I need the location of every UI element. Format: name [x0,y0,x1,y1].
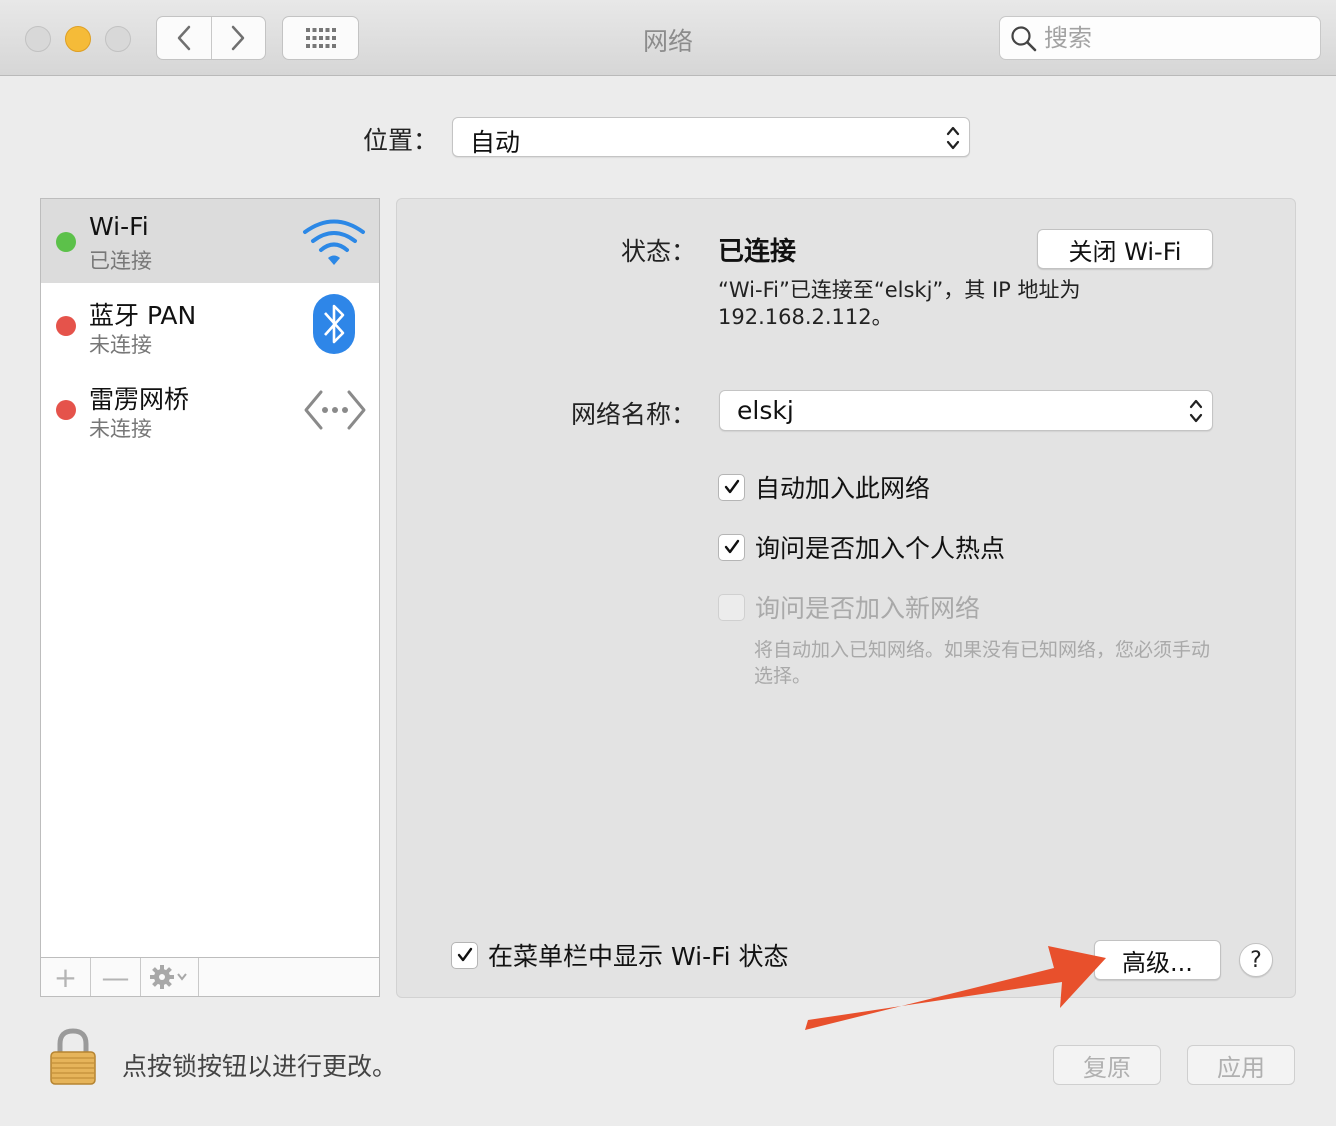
checkmark-icon [457,947,472,962]
search-field[interactable] [999,16,1321,60]
option-ask-new-network: 询问是否加入新网络 [718,592,981,623]
network-name-popup[interactable]: elskj [719,390,1213,431]
service-item-thunderbolt-bridge[interactable]: 雷雳网桥 未连接 [41,367,379,451]
up-down-chevron-icon [946,126,960,150]
search-icon [1011,26,1037,52]
status-value: 已连接 [718,237,797,267]
location-label: 位置： [363,126,439,155]
wifi-icon [303,219,365,265]
service-name: 雷雳网桥 [89,385,190,414]
option-label: 询问是否加入个人热点 [755,534,1006,563]
option-label: 在菜单栏中显示 Wi-Fi 状态 [488,942,789,971]
network-name-label: 网络名称： [570,400,696,429]
auto-join-checkbox[interactable] [718,473,745,501]
apply-button[interactable]: 应用 [1187,1045,1295,1085]
show-in-menubar-checkbox[interactable] [451,941,478,969]
lock-icon[interactable] [48,1028,98,1086]
service-list: Wi-Fi 已连接 蓝牙 PAN 未连接 雷雳网桥 未连接 [40,198,380,958]
option-show-in-menubar[interactable]: 在菜单栏中显示 Wi-Fi 状态 [451,940,789,971]
service-item-wifi[interactable]: Wi-Fi 已连接 [41,199,379,283]
up-down-chevron-icon [1189,399,1203,423]
status-dot-disconnected [56,400,76,420]
option-label: 询问是否加入新网络 [755,594,981,623]
advanced-button[interactable]: 高级... [1094,940,1221,980]
search-input[interactable] [1044,21,1304,55]
location-value: 自动 [470,128,521,157]
service-status: 未连接 [89,333,152,357]
service-name: Wi-Fi [89,212,149,241]
status-description: “Wi-Fi”已连接至“elskj”，其 IP 地址为 192.168.2.11… [718,278,1081,329]
option-label: 自动加入此网络 [755,474,931,503]
service-status: 已连接 [89,249,152,273]
network-name-value: elskj [737,396,794,425]
status-dot-connected [56,232,76,252]
option-auto-join[interactable]: 自动加入此网络 [718,472,931,503]
status-label: 状态： [620,237,696,266]
service-item-bluetooth-pan[interactable]: 蓝牙 PAN 未连接 [41,283,379,367]
help-button[interactable]: ? [1239,943,1273,977]
service-status: 未连接 [89,417,152,441]
bluetooth-icon [313,294,355,354]
title-bar: 网络 [0,0,1336,76]
checkmark-icon [724,539,739,554]
status-dot-disconnected [56,316,76,336]
gear-icon [149,965,187,989]
service-list-toolbar: + — [40,957,380,997]
service-actions-button[interactable] [141,958,199,996]
remove-service-button[interactable]: — [91,958,141,996]
service-name: 蓝牙 PAN [89,301,197,330]
auto-join-hint: 将自动加入已知网络。如果没有已知网络，您必须手动选择。 [754,639,1211,687]
checkmark-icon [724,479,739,494]
ask-hotspot-checkbox[interactable] [718,533,745,561]
add-service-button[interactable]: + [41,958,91,996]
thunderbolt-bridge-icon [304,390,366,430]
option-ask-hotspot[interactable]: 询问是否加入个人热点 [718,532,1006,563]
turn-off-wifi-button[interactable]: 关闭 Wi-Fi [1037,229,1213,269]
revert-button[interactable]: 复原 [1053,1045,1161,1085]
location-popup[interactable]: 自动 [452,117,970,157]
lock-text: 点按锁按钮以进行更改。 [122,1052,398,1081]
ask-new-network-checkbox [718,593,745,621]
